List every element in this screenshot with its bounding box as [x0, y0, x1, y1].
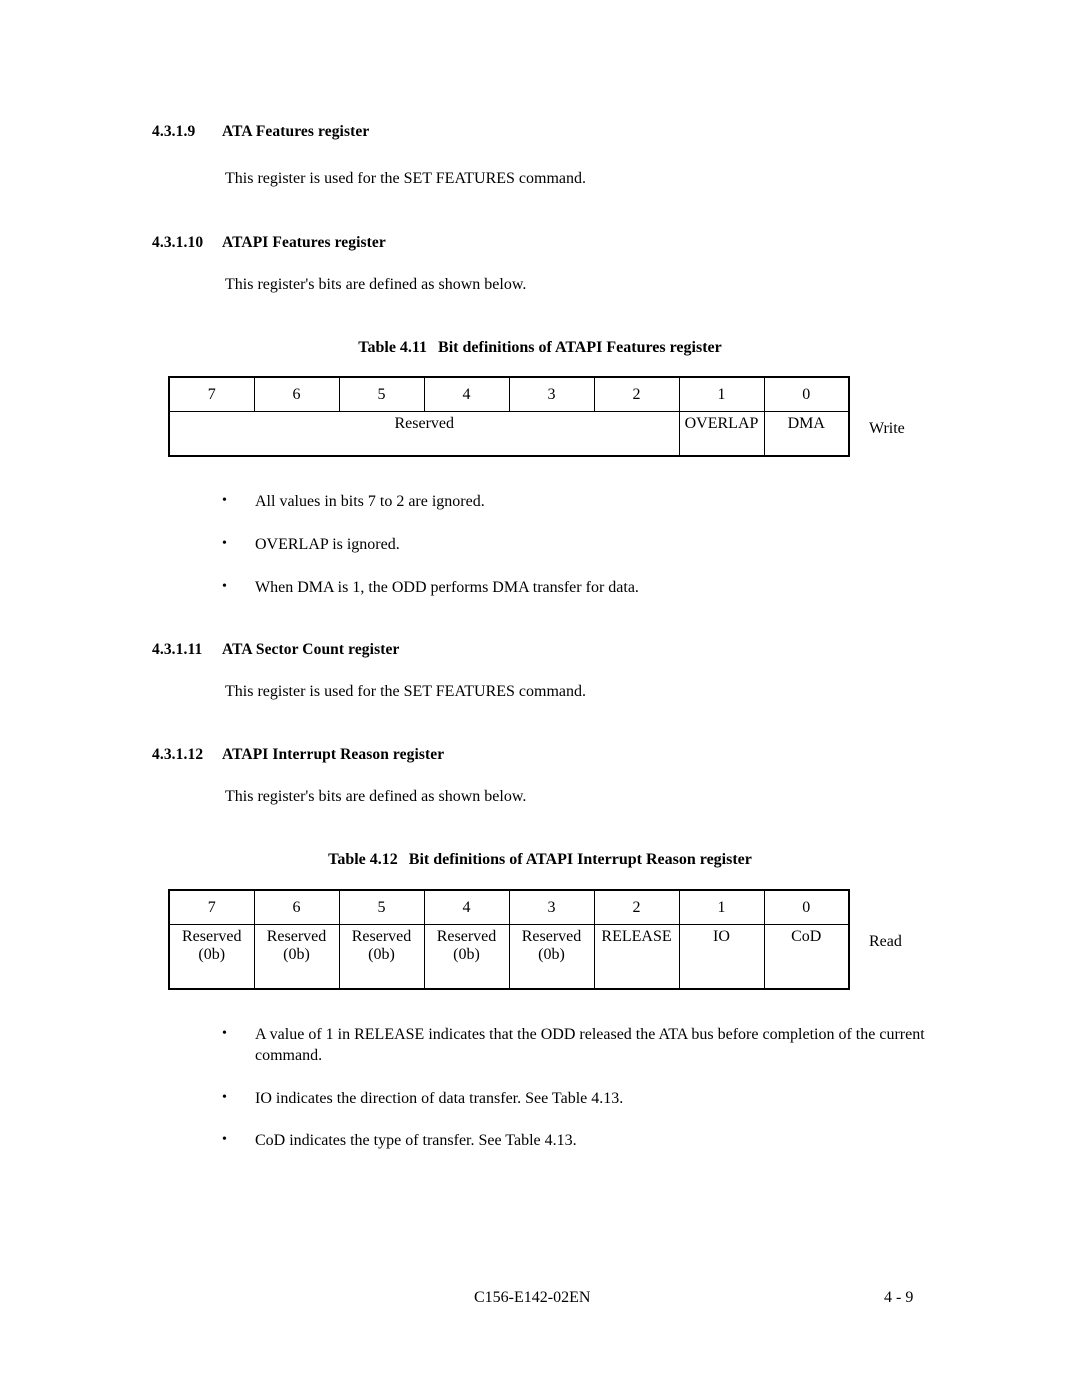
bit-table-4-11-wrap: 7 6 5 4 3 2 1 0 Reserved OVERLAP DMA [168, 376, 850, 457]
bullet-icon: • [222, 579, 227, 594]
section-heading-4-3-1-12: 4.3.1.12 ATAPI Interrupt Reason register [152, 746, 444, 764]
table-caption-4-11: Table 4.11 Bit definitions of ATAPI Featu… [0, 339, 1080, 357]
list-item: • IO indicates the direction of data tra… [222, 1089, 942, 1110]
list-item-label: OVERLAP is ignored. [255, 536, 400, 553]
section-body-4-3-1-12: This register's bits are defined as show… [225, 788, 527, 805]
bit-value-line2: (0b) [198, 945, 226, 963]
bit-number-cell: 6 [253, 376, 340, 412]
section-title: ATA Sector Count register [222, 641, 400, 658]
list-item: • All values in bits 7 to 2 are ignored. [222, 492, 942, 513]
bit-number-cell: 0 [763, 889, 850, 925]
bit-value-cell-dma: DMA [763, 411, 850, 457]
section-body-4-3-1-11: This register is used for the SET FEATUR… [225, 683, 586, 700]
bit-number-cell: 1 [678, 376, 765, 412]
list-item: • A value of 1 in RELEASE indicates that… [222, 1025, 934, 1067]
bit-value-cell-reserved: Reserved (0b) [338, 924, 425, 990]
bit-value-line1: Reserved [181, 928, 242, 945]
bullet-icon: • [222, 1090, 227, 1105]
bit-number-cell: 7 [168, 376, 255, 412]
bit-value-line1: Reserved [266, 928, 327, 945]
list-item-label: All values in bits 7 to 2 are ignored. [255, 493, 485, 510]
bullet-icon: • [222, 493, 227, 508]
bit-table-4-12-wrap: 7 6 5 4 3 2 1 0 Reserved (0b) Reserved (… [168, 889, 850, 990]
bit-value-cell-cod: CoD [763, 924, 850, 990]
bit-value-line2: (0b) [453, 945, 480, 963]
list-item-label: IO indicates the direction of data trans… [255, 1090, 624, 1107]
section-heading-4-3-1-10: 4.3.1.10 ATAPI Features register [152, 234, 386, 252]
bit-number-cell: 5 [338, 889, 425, 925]
table-row: Reserved (0b) Reserved (0b) Reserved (0b… [168, 924, 850, 990]
bit-value-cell-io: IO [678, 924, 765, 990]
bit-number-cell: 6 [253, 889, 340, 925]
section-number: 4.3.1.12 [152, 746, 204, 763]
table-caption-number: Table 4.11 [358, 339, 428, 356]
table-row: Reserved OVERLAP DMA [168, 411, 850, 457]
bit-value-line2: (0b) [283, 945, 310, 963]
section-title: ATAPI Features register [222, 234, 386, 251]
document-page: 4.3.1.9 ATA Features register This regist… [0, 0, 1080, 1397]
section-body-4-3-1-9: This register is used for the SET FEATUR… [225, 170, 586, 187]
bit-number-cell: 2 [593, 376, 680, 412]
table-caption-title: Bit definitions of ATAPI Interrupt Reaso… [408, 851, 752, 868]
bit-number-cell: 3 [508, 889, 595, 925]
bit-number-cell: 0 [763, 376, 850, 412]
list-item-label: CoD indicates the type of transfer. See … [255, 1132, 577, 1149]
bit-number-cell: 3 [508, 376, 595, 412]
section-heading-4-3-1-11: 4.3.1.11 ATA Sector Count register [152, 641, 399, 659]
bit-value-cell-release: RELEASE [593, 924, 680, 990]
bit-value-cell-reserved: Reserved (0b) [423, 924, 510, 990]
table-caption-number: Table 4.12 [328, 851, 398, 868]
bit-value-line2: (0b) [538, 945, 565, 963]
list-item: • CoD indicates the type of transfer. Se… [222, 1131, 942, 1152]
section-title: ATAPI Interrupt Reason register [222, 746, 445, 763]
section-body-4-3-1-10: This register's bits are defined as show… [225, 276, 527, 293]
section-number: 4.3.1.10 [152, 234, 204, 251]
bit-value-line1: RELEASE [601, 928, 672, 945]
bit-number-cell: 4 [423, 889, 510, 925]
bit-value-line1: CoD [791, 928, 822, 945]
table-row: 7 6 5 4 3 2 1 0 [168, 889, 850, 925]
bit-value-cell-reserved: Reserved (0b) [168, 924, 255, 990]
table-row: 7 6 5 4 3 2 1 0 [168, 376, 850, 412]
bullet-icon: • [222, 1132, 227, 1147]
bit-value-line2: (0b) [368, 945, 395, 963]
bit-table-4-11: 7 6 5 4 3 2 1 0 Reserved OVERLAP DMA [168, 376, 850, 457]
table-caption-title: Bit definitions of ATAPI Features regist… [438, 339, 722, 356]
access-label-read: Read [869, 933, 902, 950]
footer-document-id: C156-E142-02EN [474, 1289, 591, 1306]
bit-number-cell: 5 [338, 376, 425, 412]
table-caption-4-12: Table 4.12 Bit definitions of ATAPI Inter… [0, 851, 1080, 869]
bit-value-cell-overlap: OVERLAP [678, 411, 765, 457]
bit-value-cell-reserved: Reserved (0b) [253, 924, 340, 990]
bit-value-cell-reserved: Reserved (0b) [508, 924, 595, 990]
bit-value-line1: Reserved [351, 928, 412, 945]
bit-number-cell: 7 [168, 889, 255, 925]
list-item: • When DMA is 1, the ODD performs DMA tr… [222, 578, 942, 599]
section-number: 4.3.1.11 [152, 641, 203, 658]
bullet-icon: • [222, 536, 227, 551]
section-number: 4.3.1.9 [152, 123, 196, 140]
section-heading-4-3-1-9: 4.3.1.9 ATA Features register [152, 123, 369, 141]
bit-value-cell-reserved: Reserved [168, 411, 680, 457]
bullet-icon: • [222, 1026, 227, 1041]
list-item-label: When DMA is 1, the ODD performs DMA tran… [255, 579, 639, 596]
list-item: • OVERLAP is ignored. [222, 535, 942, 556]
section-title: ATA Features register [222, 123, 370, 140]
bit-number-cell: 2 [593, 889, 680, 925]
bit-table-4-12: 7 6 5 4 3 2 1 0 Reserved (0b) Reserved (… [168, 889, 850, 990]
bit-value-line1: IO [713, 928, 730, 945]
list-item-label: A value of 1 in RELEASE indicates that t… [255, 1026, 925, 1064]
bit-value-line1: Reserved [436, 928, 497, 945]
bit-number-cell: 4 [423, 376, 510, 412]
footer-page-number: 4 - 9 [884, 1289, 914, 1306]
bit-value-line1: Reserved [521, 928, 582, 945]
access-label-write: Write [869, 420, 905, 437]
bit-number-cell: 1 [678, 889, 765, 925]
